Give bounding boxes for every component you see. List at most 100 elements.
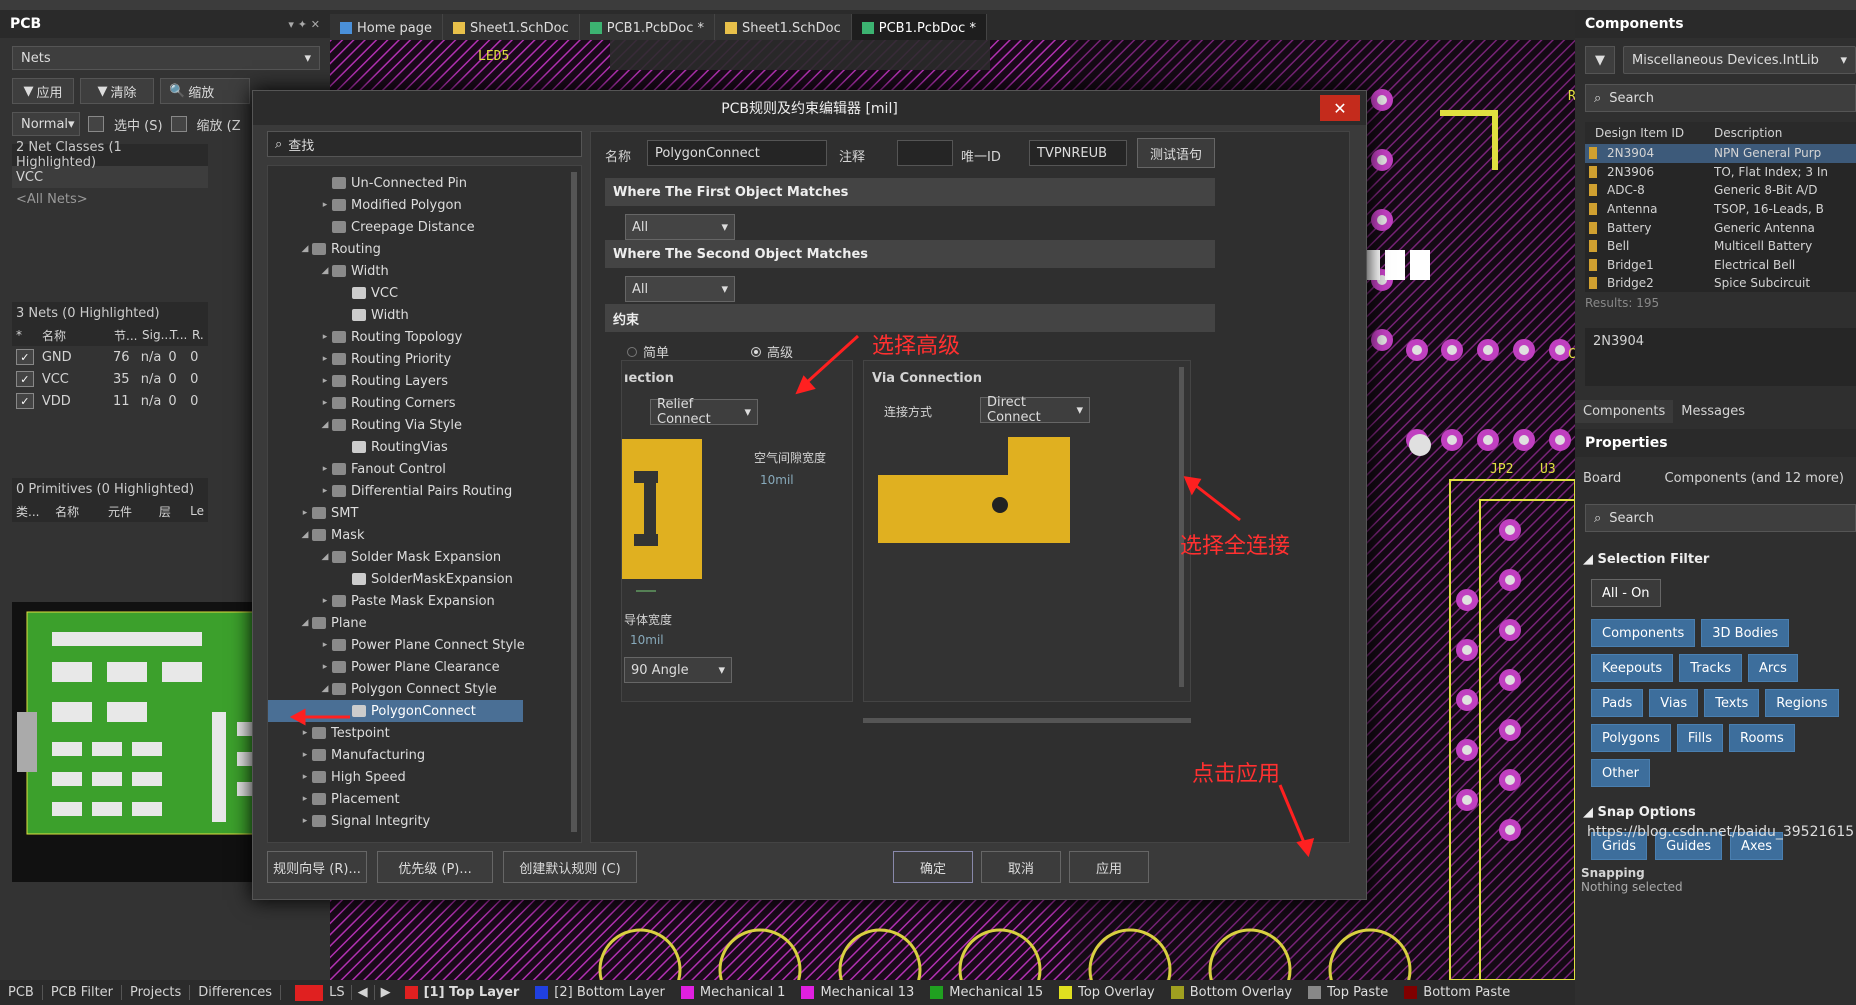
expand-arrow-icon[interactable]: ▸: [298, 772, 312, 782]
snap-options-title[interactable]: ◢ Snap Options: [1583, 805, 1856, 820]
expand-arrow-icon[interactable]: ▸: [318, 464, 332, 474]
doc-tab[interactable]: PCB1.PcbDoc *: [851, 14, 987, 42]
expand-arrow-icon[interactable]: ◢: [298, 530, 312, 540]
panel-tab[interactable]: Projects: [122, 985, 191, 1000]
mode-select[interactable]: Normal ▾: [12, 112, 80, 136]
expand-arrow-icon[interactable]: ▸: [318, 376, 332, 386]
component-row[interactable]: Battery Generic Antenna: [1585, 218, 1856, 237]
filter-button[interactable]: Regions: [1765, 689, 1839, 717]
prev-layer-icon[interactable]: ◀: [350, 985, 374, 1000]
apply-button[interactable]: ▼ 应用: [12, 78, 74, 104]
cancel-button[interactable]: 取消: [981, 851, 1061, 883]
uid-input[interactable]: TVPNREUB: [1029, 140, 1127, 166]
layer-tab[interactable]: Bottom Overlay: [1163, 980, 1300, 1005]
filter-button[interactable]: Polygons: [1591, 724, 1671, 752]
doc-tab[interactable]: Sheet1.SchDoc: [443, 14, 580, 42]
filter-icon[interactable]: ▼: [1585, 46, 1615, 74]
doc-tab[interactable]: Sheet1.SchDoc: [714, 14, 852, 42]
expand-arrow-icon[interactable]: ▸: [318, 332, 332, 342]
select-checkbox[interactable]: [88, 116, 104, 132]
expand-arrow-icon[interactable]: ▸: [318, 640, 332, 650]
rule-tree-item[interactable]: ▸ Routing Priority: [268, 348, 581, 370]
component-row[interactable]: Antenna TSOP, 16-Leads, B: [1585, 200, 1856, 219]
components-search[interactable]: ⌕ Search: [1585, 84, 1856, 112]
rule-tree-item[interactable]: ▸ Paste Mask Expansion: [268, 590, 581, 612]
rule-tree-item[interactable]: ▸ Power Plane Connect Style: [268, 634, 581, 656]
component-row[interactable]: 2N3906 TO, Flat Index; 3 In: [1585, 163, 1856, 182]
properties-search[interactable]: ⌕ Search: [1585, 504, 1856, 532]
net-row[interactable]: ✓ VCC 35 n/a 0 0: [12, 368, 208, 390]
rule-tree-item[interactable]: ◢ Polygon Connect Style: [268, 678, 581, 700]
rule-tree-item[interactable]: ◢ Width: [268, 260, 581, 282]
nets-select[interactable]: Nets ▾: [12, 46, 320, 70]
ok-button[interactable]: 确定: [893, 851, 973, 883]
col-t[interactable]: T...: [170, 328, 192, 342]
rule-tree-item[interactable]: ◢ Mask: [268, 524, 581, 546]
col-component[interactable]: 元件: [108, 503, 159, 520]
expand-arrow-icon[interactable]: ▸: [298, 794, 312, 804]
net-visible-checkbox[interactable]: ✓: [16, 371, 34, 387]
rule-tree-item[interactable]: ◢ Routing Via Style: [268, 414, 581, 436]
air-gap-value[interactable]: 10mil: [760, 473, 794, 487]
rule-tree-item[interactable]: ▸ Signal Integrity: [268, 810, 581, 832]
layer-tab[interactable]: [2] Bottom Layer: [527, 980, 673, 1005]
second-match-select[interactable]: All ▾: [625, 276, 735, 302]
name-input[interactable]: PolygonConnect: [647, 140, 827, 166]
panel-controls-icon[interactable]: ▾ ✦ ✕: [288, 18, 320, 31]
layer-set-button[interactable]: LS: [323, 985, 351, 1000]
doc-tab[interactable]: Home page: [330, 14, 443, 42]
close-icon[interactable]: ✕: [1320, 95, 1360, 121]
rule-tree-item[interactable]: ◢ Plane: [268, 612, 581, 634]
rule-tree-item[interactable]: ▸ Manufacturing: [268, 744, 581, 766]
expand-arrow-icon[interactable]: ◢: [318, 552, 332, 562]
col-description[interactable]: Description: [1714, 126, 1782, 140]
rule-tree-item[interactable]: Creepage Distance: [268, 216, 581, 238]
layer-tab[interactable]: [1] Top Layer: [397, 980, 528, 1005]
rule-tree-item[interactable]: ◢ Solder Mask Expansion: [268, 546, 581, 568]
col-sig[interactable]: Sig...: [142, 328, 172, 342]
rule-tree-item[interactable]: VCC: [268, 282, 581, 304]
panel-tab[interactable]: PCB: [0, 985, 43, 1000]
expand-arrow-icon[interactable]: ▸: [298, 750, 312, 760]
expand-arrow-icon[interactable]: ◢: [318, 684, 332, 694]
priorities-button[interactable]: 优先级 (P)...: [377, 851, 493, 883]
board-value[interactable]: Components (and 12 more): [1665, 471, 1844, 486]
filter-button[interactable]: Vias: [1649, 689, 1699, 717]
component-row[interactable]: Bridge1 Electrical Bell: [1585, 256, 1856, 275]
layer-tab[interactable]: Mechanical 1: [673, 980, 794, 1005]
rule-tree-item[interactable]: ◢ Routing: [268, 238, 581, 260]
panel-tab[interactable]: PCB Filter: [43, 985, 123, 1000]
filter-button[interactable]: Pads: [1591, 689, 1644, 717]
net-row[interactable]: ✓ GND 76 n/a 0 0: [12, 346, 208, 368]
component-row[interactable]: ADC-8 Generic 8-Bit A/D: [1585, 181, 1856, 200]
col-r[interactable]: R.: [192, 328, 204, 342]
via-connect-select[interactable]: Direct Connect ▾: [980, 395, 1090, 425]
menu-bar[interactable]: [0, 0, 1856, 10]
filter-button[interactable]: Rooms: [1729, 724, 1795, 752]
all-on-button[interactable]: All - On: [1591, 579, 1661, 607]
first-match-select[interactable]: All ▾: [625, 214, 735, 240]
create-default-rules-button[interactable]: 创建默认规则 (C): [503, 851, 637, 883]
expand-arrow-icon[interactable]: ▸: [318, 662, 332, 672]
col-design-item[interactable]: Design Item ID: [1589, 126, 1714, 140]
rule-tree-item[interactable]: ▸ Routing Corners: [268, 392, 581, 414]
zoom-button[interactable]: 🔍 缩放: [160, 78, 250, 104]
rule-wizard-button[interactable]: 规则向导 (R)...: [267, 851, 367, 883]
rule-tree-item[interactable]: Width: [268, 304, 581, 326]
expand-arrow-icon[interactable]: ▸: [318, 398, 332, 408]
filter-button[interactable]: Texts: [1704, 689, 1760, 717]
panel-tab[interactable]: Differences: [190, 985, 282, 1000]
rule-tree-item[interactable]: RoutingVias: [268, 436, 581, 458]
net-row[interactable]: ✓ VDD 11 n/a 0 0: [12, 390, 208, 412]
rule-tree-item[interactable]: PolygonConnect: [268, 700, 523, 722]
filter-button[interactable]: Components: [1591, 619, 1696, 647]
advanced-radio[interactable]: 高级: [751, 342, 793, 361]
clear-button[interactable]: ▼ 清除: [80, 78, 154, 104]
layer-tab[interactable]: Bottom Paste: [1396, 980, 1518, 1005]
simple-radio[interactable]: 简单: [627, 342, 669, 361]
expand-arrow-icon[interactable]: ▸: [318, 486, 332, 496]
expand-arrow-icon[interactable]: ▸: [318, 354, 332, 364]
col-le[interactable]: Le: [190, 504, 204, 518]
rule-tree-item[interactable]: ▸ Placement: [268, 788, 581, 810]
col-layer[interactable]: 层: [159, 503, 190, 520]
